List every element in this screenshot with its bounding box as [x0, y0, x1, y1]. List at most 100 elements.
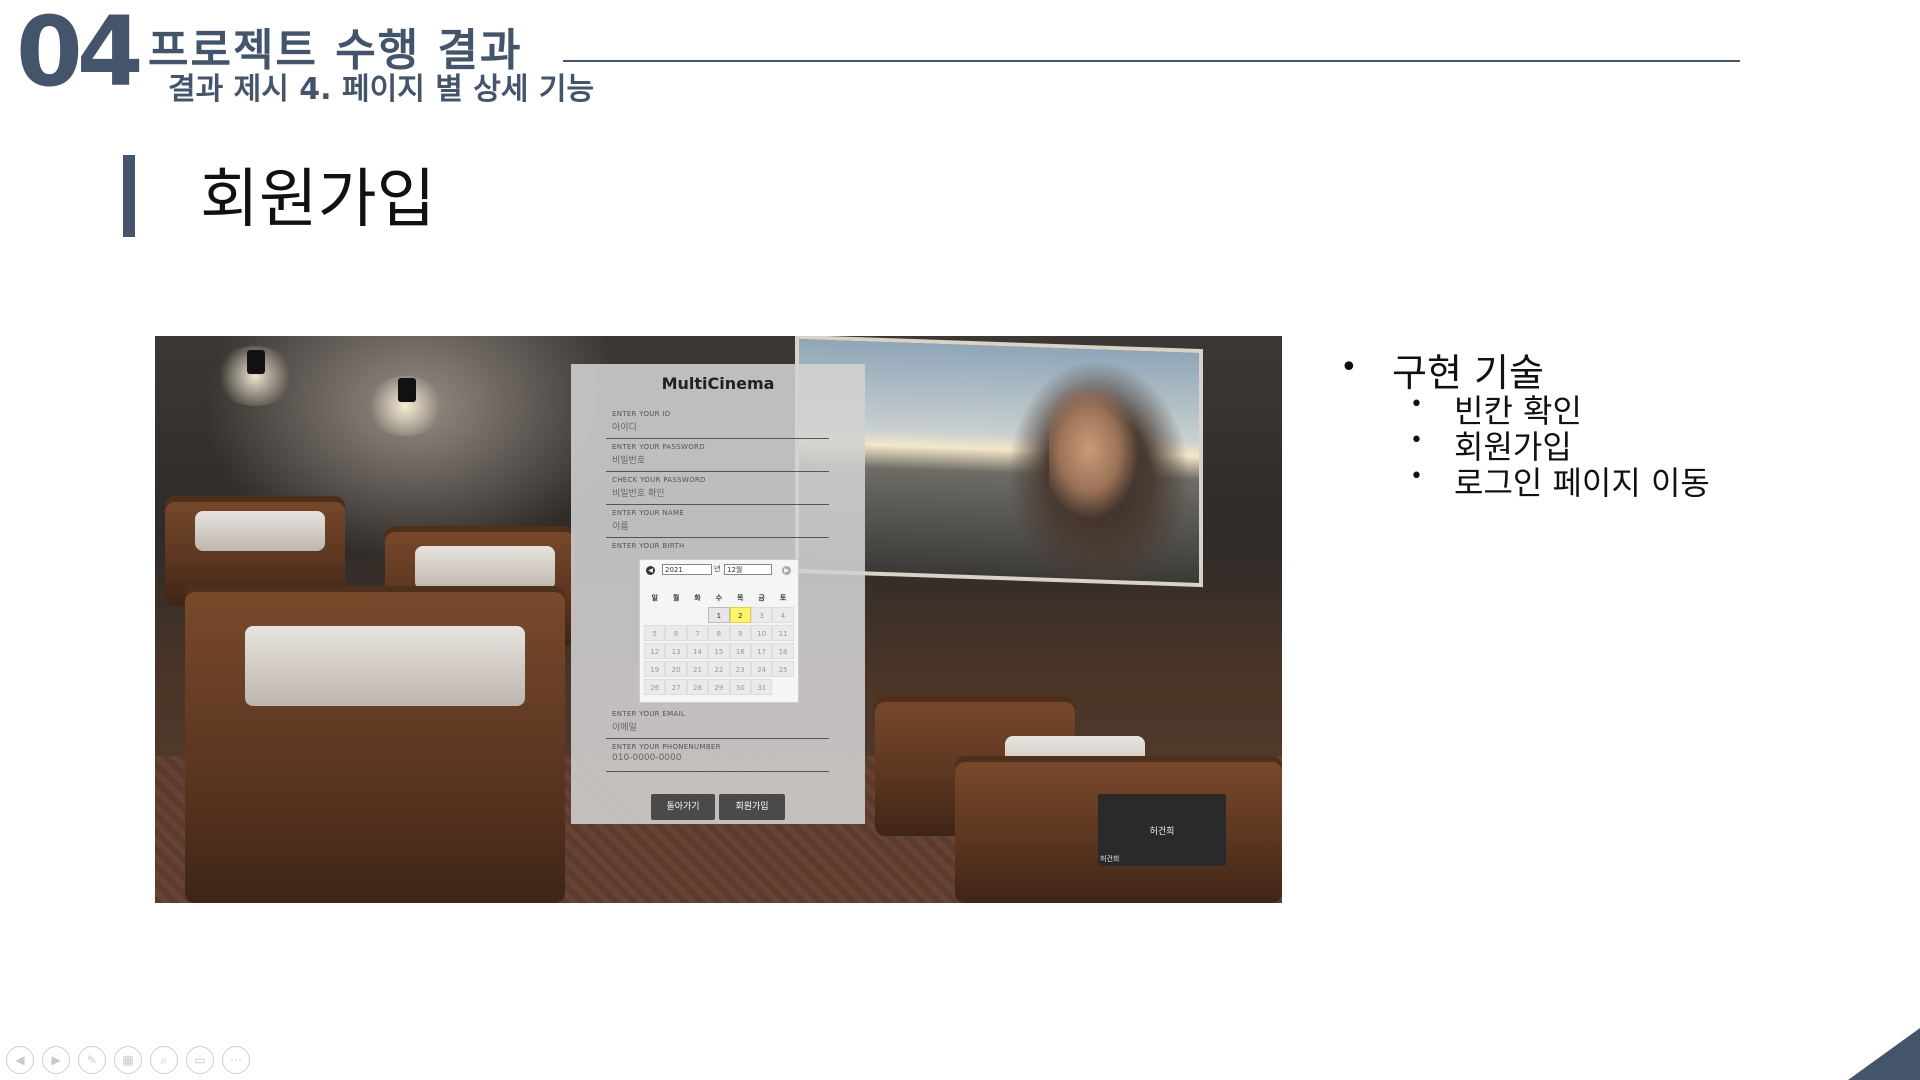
- calendar-day[interactable]: 16: [729, 643, 751, 659]
- field-label: ENTER YOUR NAME: [612, 509, 685, 517]
- datepicker-header: ◀ 2021 년 12월 ▶: [640, 564, 798, 578]
- calendar-day[interactable]: 21: [686, 661, 709, 677]
- calendar-day[interactable]: 31: [750, 679, 773, 695]
- calendar-day[interactable]: 17: [750, 643, 773, 659]
- calendar-day[interactable]: 5: [644, 625, 666, 641]
- field-label: ENTER YOUR PHONENUMBER: [612, 743, 721, 751]
- zoom-icon[interactable]: ⌕: [150, 1046, 178, 1074]
- calendar-day[interactable]: 14: [686, 643, 709, 659]
- calendar-day[interactable]: 6: [665, 625, 687, 641]
- presenter-toolbar: ◀ ▶ ✎ ▦ ⌕ ▭ ⋯: [6, 1046, 250, 1074]
- next-icon[interactable]: ▶: [42, 1046, 70, 1074]
- bullet-dot-icon: •: [1340, 350, 1358, 385]
- field-placeholder: 이름: [612, 522, 629, 532]
- calendar-day[interactable]: 28: [686, 679, 709, 695]
- birth-field[interactable]: ENTER YOUR BIRTH: [606, 538, 829, 558]
- calendar-day[interactable]: 30: [729, 679, 751, 695]
- next-month-icon[interactable]: ▶: [782, 566, 791, 575]
- calendar-day[interactable]: 19: [644, 661, 666, 677]
- month-select[interactable]: 12월: [724, 564, 772, 575]
- calendar-day[interactable]: 13: [665, 643, 687, 659]
- name-field[interactable]: ENTER YOUR NAME 이름: [606, 505, 829, 538]
- back-button[interactable]: 돌아가기: [651, 794, 715, 820]
- calendar-day[interactable]: 15: [708, 643, 730, 659]
- calendar-day[interactable]: 18: [772, 643, 794, 659]
- calendar-day[interactable]: 23: [729, 661, 751, 677]
- phone-field[interactable]: ENTER YOUR PHONENUMBER 010-0000-0000: [606, 739, 829, 772]
- field-placeholder: 이메일: [612, 723, 637, 733]
- presenter-name: 허건희: [1149, 827, 1175, 837]
- calendar-day[interactable]: 1: [708, 607, 730, 623]
- field-placeholder: 비밀번호: [612, 456, 646, 466]
- presenter-caption: 허건희: [1100, 855, 1120, 863]
- prev-icon[interactable]: ◀: [6, 1046, 34, 1074]
- calendar-day[interactable]: 10: [750, 625, 773, 641]
- calendar-day[interactable]: 8: [708, 625, 730, 641]
- section-number: 04: [16, 0, 144, 108]
- calendar-week-row: 12 13 14 15 16 17 18: [644, 642, 794, 660]
- calendar-day[interactable]: 7: [686, 625, 709, 641]
- weekday-label: 수: [715, 594, 723, 602]
- screen-figure: [1049, 387, 1169, 562]
- more-icon[interactable]: ⋯: [222, 1046, 250, 1074]
- weekday-row: 일 월 화 수 목 금 토: [644, 588, 794, 606]
- weekday-label: 일: [651, 594, 658, 602]
- signup-page-screenshot: MultiCinema ENTER YOUR ID 아이디 ENTER YOUR…: [155, 336, 1282, 903]
- pen-icon[interactable]: ✎: [78, 1046, 106, 1074]
- calendar-day[interactable]: 11: [772, 625, 794, 641]
- weekday-label: 금: [758, 594, 765, 602]
- heading-accent-bar: [123, 155, 135, 237]
- calendar-week-row: 19 20 21 22 23 24 25: [644, 660, 794, 678]
- calendar-day[interactable]: 26: [644, 679, 666, 695]
- calendar-grid: 일 월 화 수 목 금 토 1 2 3 4 5 6 7 8 9 10 11 12 13 14 15 16 17 1…: [644, 588, 794, 696]
- signup-button[interactable]: 회원가입: [719, 794, 785, 820]
- birth-datepicker: ◀ 2021 년 12월 ▶ 일 월 화 수 목 금 토 1 2 3 4 5 6…: [639, 559, 799, 703]
- year-suffix: 년: [714, 565, 721, 573]
- year-select[interactable]: 2021: [662, 564, 712, 575]
- signup-form: MultiCinema ENTER YOUR ID 아이디 ENTER YOUR…: [571, 364, 865, 824]
- calendar-day[interactable]: 20: [665, 661, 687, 677]
- calendar-week-row: 5 6 7 8 9 10 11: [644, 624, 794, 642]
- weekday-label: 월: [672, 594, 680, 602]
- weekday-label: 목: [737, 594, 744, 602]
- id-field[interactable]: ENTER YOUR ID 아이디: [606, 406, 829, 439]
- bullet-dot-icon: •: [1410, 392, 1423, 417]
- email-field[interactable]: ENTER YOUR EMAIL 이메일: [606, 706, 829, 739]
- slide: 04 프로젝트 수행 결과 결과 제시 4. 페이지 별 상세 기능 회원가입 …: [0, 0, 1920, 1080]
- subtitle-icon[interactable]: ▭: [186, 1046, 214, 1074]
- password-field[interactable]: ENTER YOUR PASSWORD 비밀번호: [606, 439, 829, 472]
- wall-lamp: [398, 378, 416, 402]
- calendar-day[interactable]: 3: [750, 607, 773, 623]
- calendar-day-today[interactable]: 2: [729, 607, 751, 623]
- form-title: MultiCinema: [661, 374, 775, 393]
- calendar-day[interactable]: 4: [772, 607, 794, 623]
- calendar-day[interactable]: 24: [750, 661, 773, 677]
- bullet-dot-icon: •: [1410, 428, 1423, 453]
- calendar-empty-cell: [644, 607, 665, 623]
- prev-month-icon[interactable]: ◀: [646, 566, 655, 575]
- calendar-day[interactable]: 12: [644, 643, 666, 659]
- page-title: 회원가입: [200, 163, 436, 237]
- calendar-empty-cell: [665, 607, 686, 623]
- sub-bullet-text: 로그인 페이지 이동: [1454, 464, 1710, 502]
- header-divider: [563, 60, 1740, 62]
- calendar-day[interactable]: 25: [772, 661, 794, 677]
- wall-lamp: [247, 350, 265, 374]
- presenter-video-box: 허건희 허건희: [1098, 794, 1226, 866]
- seat-cushion: [195, 511, 325, 551]
- bullet-dot-icon: •: [1410, 464, 1423, 489]
- field-label: CHECK YOUR PASSWORD: [612, 476, 706, 484]
- field-placeholder: 비밀번호 확인: [612, 489, 665, 499]
- calendar-day[interactable]: 9: [729, 625, 751, 641]
- calendar-day[interactable]: 27: [665, 679, 687, 695]
- field-label: ENTER YOUR BIRTH: [612, 542, 685, 550]
- calendar-empty-cell: [687, 607, 708, 623]
- calendar-day[interactable]: 22: [708, 661, 730, 677]
- password-confirm-field[interactable]: CHECK YOUR PASSWORD 비밀번호 확인: [606, 472, 829, 505]
- calendar-day[interactable]: 29: [708, 679, 730, 695]
- field-placeholder: 아이디: [612, 423, 637, 433]
- field-label: ENTER YOUR EMAIL: [612, 710, 686, 718]
- seat-cushion: [245, 626, 525, 706]
- slides-icon[interactable]: ▦: [114, 1046, 142, 1074]
- field-label: ENTER YOUR PASSWORD: [612, 443, 705, 451]
